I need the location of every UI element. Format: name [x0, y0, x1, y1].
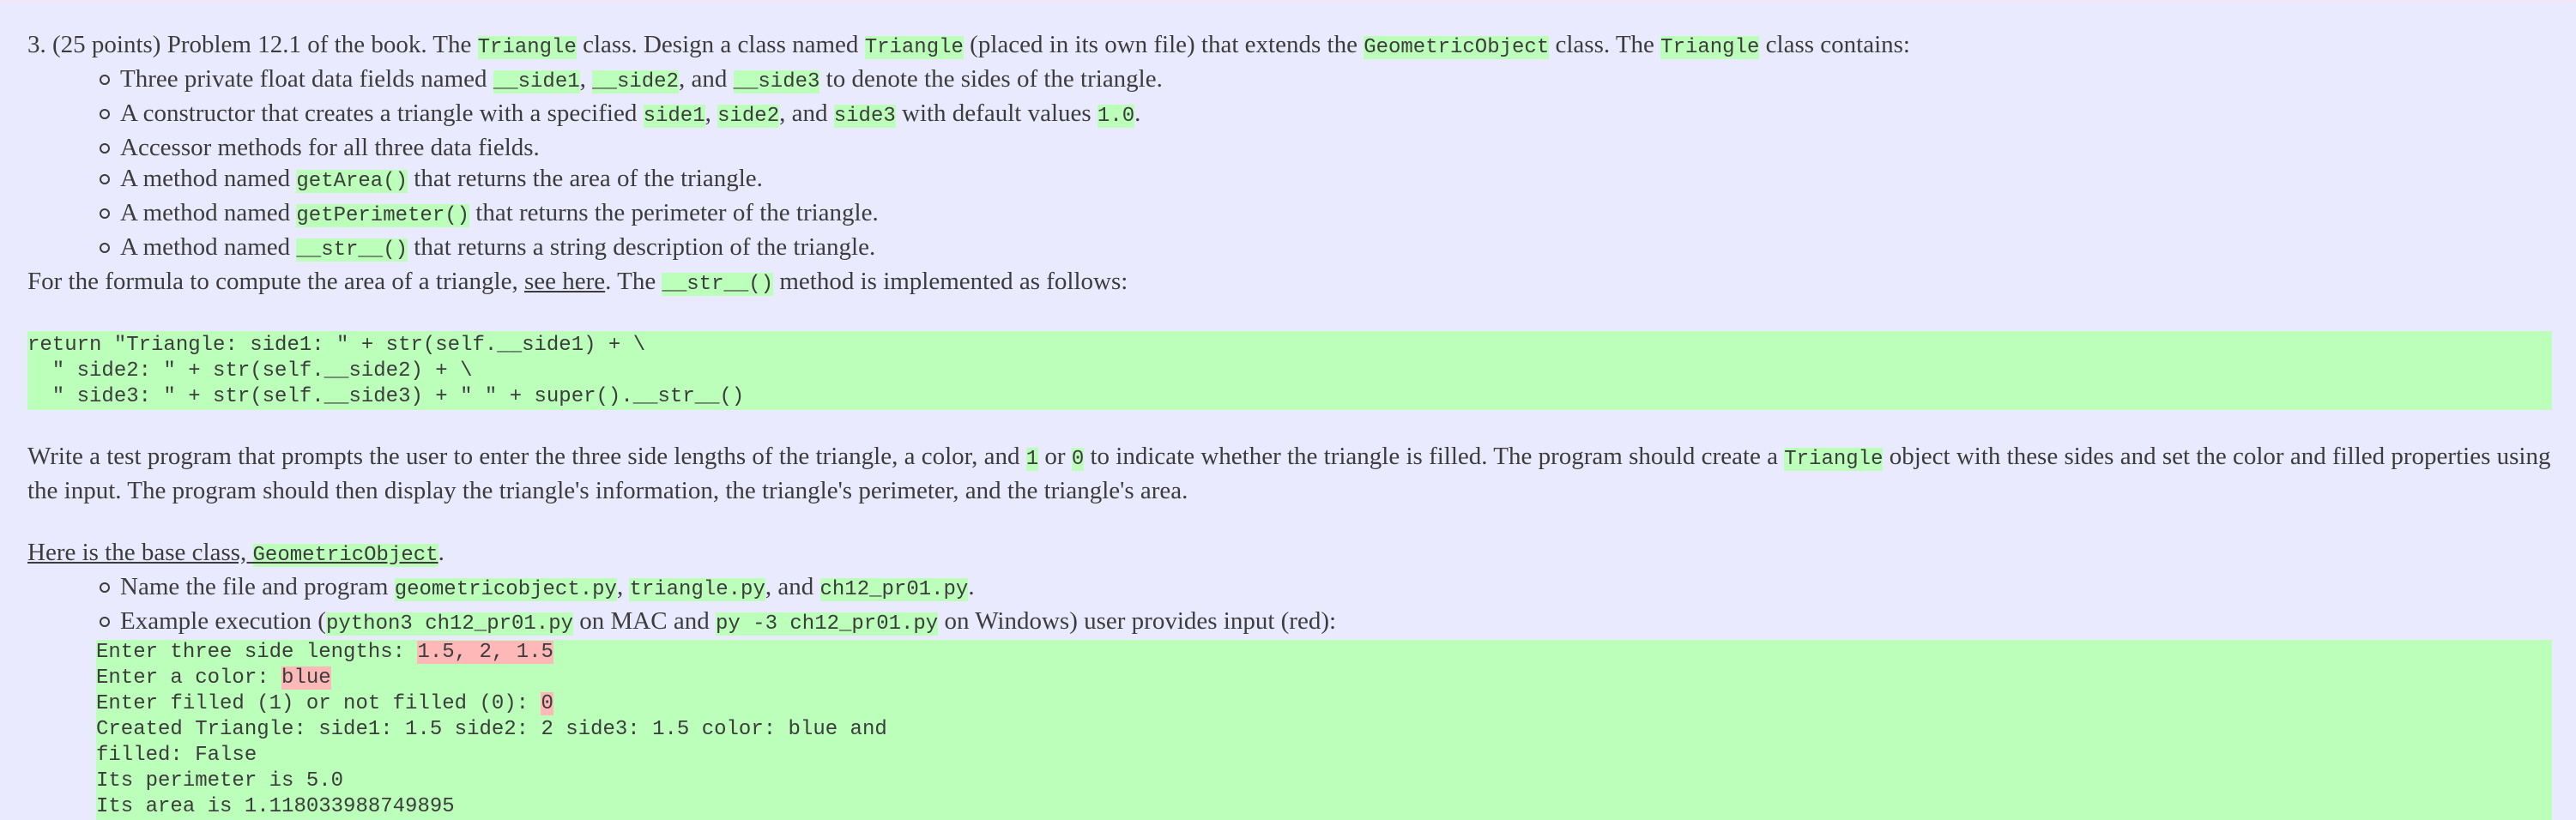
item-text: with default values — [895, 99, 1098, 127]
code-triangle: Triangle — [1660, 36, 1760, 59]
console-line: Created Triangle: side1: 1.5 side2: 2 si… — [96, 718, 887, 741]
formula-text: For the formula to compute the area of a… — [27, 268, 524, 295]
formula-paragraph: For the formula to compute the area of a… — [27, 266, 2552, 300]
code-zero: 0 — [1071, 448, 1085, 471]
code-windows-command: py -3 ch12_pr01.py — [715, 612, 939, 636]
example-run-output: Enter three side lengths: 1.5, 2, 1.5 Ent… — [96, 640, 2552, 820]
item-text: . — [1134, 99, 1141, 127]
formula-text: method is implemented as follows: — [773, 268, 1128, 295]
notes-list: Name the file and program geometricobjec… — [27, 571, 2552, 640]
paragraph-text: . — [438, 539, 444, 566]
list-item: A method named getArea() that returns th… — [100, 163, 2552, 197]
str-implementation-code: return "Triangle: side1: " + str(self.__… — [27, 331, 2552, 410]
list-item: Three private float data fields named __… — [100, 63, 2552, 98]
console-line: filled: False — [96, 744, 257, 767]
code-geometricobject: GeometricObject — [252, 544, 438, 567]
code-str-method: __str__() — [662, 273, 774, 296]
top-border — [0, 0, 2576, 2]
formula-text: . The — [605, 268, 662, 295]
paragraph-text: Write a test program that prompts the us… — [27, 443, 1026, 470]
item-text: that returns the perimeter of the triang… — [469, 199, 879, 226]
item-text: to denote the sides of the triangle. — [819, 65, 1163, 93]
item-text: , and — [779, 99, 834, 127]
intro-text: class contains: — [1759, 31, 1910, 58]
item-text: , — [616, 573, 630, 600]
see-here-link[interactable]: see here — [524, 268, 605, 295]
intro-text: class. The — [1549, 31, 1661, 58]
problem-document: 3. (25 points) Problem 12.1 of the book.… — [27, 29, 2552, 820]
problem-number: 3. — [27, 31, 46, 58]
base-class-link[interactable]: Here is the base class, GeometricObject — [27, 539, 438, 567]
code-getarea: getArea() — [296, 170, 408, 193]
list-item: A constructor that creates a triangle wi… — [100, 98, 2552, 132]
code-side2: side2 — [717, 105, 780, 128]
test-program-paragraph: Write a test program that prompts the us… — [27, 441, 2552, 506]
code-side3-field: __side3 — [733, 70, 820, 93]
item-text: that returns a string description of the… — [408, 233, 876, 261]
code-triangle: Triangle — [477, 36, 577, 59]
item-text: on MAC and — [573, 607, 716, 635]
code-side1: side1 — [643, 105, 705, 128]
item-text: on Windows) user provides input (red): — [938, 607, 1337, 635]
console-prompt: Enter filled (1) or not filled (0): — [96, 692, 541, 715]
problem-intro: 3. (25 points) Problem 12.1 of the book.… — [27, 29, 2552, 63]
list-item: Example execution (python3 ch12_pr01.py … — [100, 606, 2552, 640]
item-text: A method named — [120, 199, 297, 226]
code-one: 1 — [1025, 448, 1039, 471]
item-text: , — [579, 65, 593, 93]
console-line: Enter a color: blue — [96, 666, 2552, 691]
code-line: " side3: " + str(self.__side3) + " " + s… — [27, 385, 745, 408]
item-text: A method named — [120, 233, 297, 261]
base-class-paragraph: Here is the base class, GeometricObject. — [27, 537, 2552, 571]
code-triangle: Triangle — [864, 36, 964, 59]
code-line: return "Triangle: side1: " + str(self.__… — [27, 334, 646, 357]
item-text: , and — [765, 573, 820, 600]
code-getperimeter: getPerimeter() — [296, 204, 470, 227]
console-line: Its area is 1.118033988749895 — [96, 795, 455, 818]
code-default-value: 1.0 — [1097, 105, 1135, 128]
code-triangle: Triangle — [1784, 448, 1884, 471]
item-text: Name the file and program — [120, 573, 395, 600]
code-str-method: __str__() — [296, 238, 408, 262]
list-item: A method named getPerimeter() that retur… — [100, 197, 2552, 232]
item-text: . — [968, 573, 975, 600]
intro-text: class. Design a class named — [576, 31, 865, 58]
console-line: Enter three side lengths: 1.5, 2, 1.5 — [96, 640, 2552, 666]
code-line: " side2: " + str(self.__side2) + \ — [27, 359, 473, 383]
code-side3: side3 — [833, 105, 896, 128]
item-text: A method named — [120, 165, 297, 192]
paragraph-text: or — [1038, 443, 1072, 470]
intro-text: (25 points) Problem 12.1 of the book. Th… — [52, 31, 478, 58]
console-line: Its perimeter is 5.0 — [96, 769, 344, 793]
code-side2-field: __side2 — [592, 70, 679, 93]
console-prompt: Enter a color: — [96, 666, 282, 690]
list-item: Accessor methods for all three data fiel… — [100, 132, 2552, 163]
class-contents-list: Three private float data fields named __… — [27, 63, 2552, 266]
user-input: 0 — [541, 692, 553, 715]
item-text: Example execution ( — [120, 607, 326, 635]
code-filename: triangle.py — [629, 578, 765, 601]
user-input: blue — [281, 666, 331, 690]
console-line: Enter filled (1) or not filled (0): 0 — [96, 691, 2552, 717]
code-side1-field: __side1 — [493, 70, 580, 93]
list-item: Name the file and program geometricobjec… — [100, 571, 2552, 606]
item-text: , — [704, 99, 718, 127]
code-mac-command: python3 ch12_pr01.py — [325, 612, 574, 636]
code-filename: geometricobject.py — [394, 578, 617, 601]
item-text: A constructor that creates a triangle wi… — [120, 99, 644, 127]
item-text: , and — [678, 65, 734, 93]
paragraph-text: to indicate whether the triangle is fill… — [1084, 443, 1785, 470]
item-text: Three private float data fields named — [120, 65, 493, 93]
base-class-link-text: Here is the base class, — [27, 539, 253, 566]
code-filename: ch12_pr01.py — [819, 578, 969, 601]
code-geometricobject: GeometricObject — [1364, 36, 1550, 59]
list-item: A method named __str__() that returns a … — [100, 232, 2552, 266]
console-prompt: Enter three side lengths: — [96, 641, 418, 664]
item-text: that returns the area of the triangle. — [408, 165, 763, 192]
user-input: 1.5, 2, 1.5 — [417, 641, 553, 664]
intro-text: (placed in its own file) that extends th… — [963, 31, 1364, 58]
item-text: Accessor methods for all three data fiel… — [120, 134, 540, 161]
